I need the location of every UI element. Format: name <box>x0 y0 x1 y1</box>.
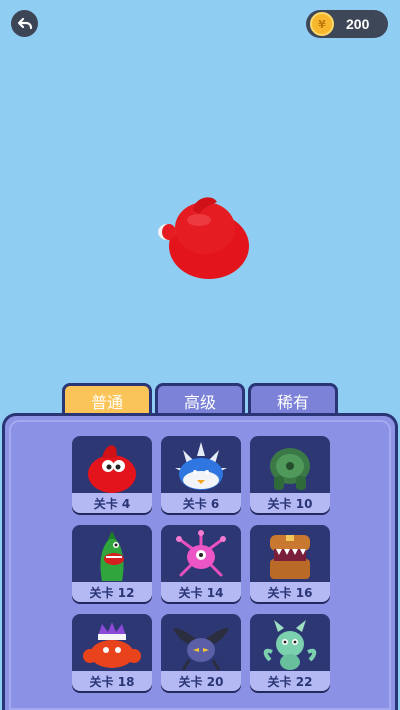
tab-common[interactable]: 普通 <box>62 383 152 415</box>
tab-common-label: 普通 <box>90 392 123 412</box>
creature-card-7[interactable]: 关卡 18 <box>72 614 152 691</box>
pink-spider-icon <box>176 530 226 577</box>
spiky-shell-icon <box>175 442 227 490</box>
coin-icon: ¥ <box>310 12 334 36</box>
back-button[interactable] <box>11 10 38 37</box>
card-level-label: 关卡 12 <box>72 582 152 602</box>
red-blob-icon <box>88 445 136 493</box>
coin-value: 200 <box>346 16 370 32</box>
card-level-label: 关卡 22 <box>250 671 330 691</box>
card-level-label: 关卡 4 <box>72 493 152 513</box>
green-dino-icon <box>100 531 124 581</box>
creature-card-3[interactable]: 关卡 10 <box>250 436 330 513</box>
tab-rare-label: 稀有 <box>276 392 309 412</box>
card-level-label: 关卡 20 <box>161 671 241 691</box>
coin-counter: ¥ 200 <box>306 10 388 38</box>
card-level-label: 关卡 14 <box>161 582 241 602</box>
card-level-label: 关卡 16 <box>250 582 330 602</box>
dark-bat-icon <box>173 628 229 671</box>
green-golem-icon <box>270 448 310 490</box>
coin-symbol: ¥ <box>318 17 326 31</box>
card-level-label: 关卡 6 <box>161 493 241 513</box>
creature-card-4[interactable]: 关卡 12 <box>72 525 152 602</box>
creature-card-5[interactable]: 关卡 14 <box>161 525 241 602</box>
card-level-label: 关卡 10 <box>250 493 330 513</box>
green-dragon-icon <box>263 620 317 670</box>
creature-card-8[interactable]: 关卡 20 <box>161 614 241 691</box>
creature-card-9[interactable]: 关卡 22 <box>250 614 330 691</box>
creature-card-1[interactable]: 关卡 4 <box>72 436 152 513</box>
back-arrow-icon <box>17 17 32 29</box>
creature-card-6[interactable]: 关卡 16 <box>250 525 330 602</box>
chest-mimic-icon <box>270 535 310 579</box>
selected-creature-preview <box>158 197 249 279</box>
tab-advanced-label: 高级 <box>183 392 216 412</box>
tab-advanced[interactable]: 高级 <box>155 383 245 415</box>
card-level-label: 关卡 18 <box>72 671 152 691</box>
tab-rare[interactable]: 稀有 <box>248 383 338 415</box>
crab-king-icon <box>83 622 141 668</box>
creature-card-2[interactable]: 关卡 6 <box>161 436 241 513</box>
